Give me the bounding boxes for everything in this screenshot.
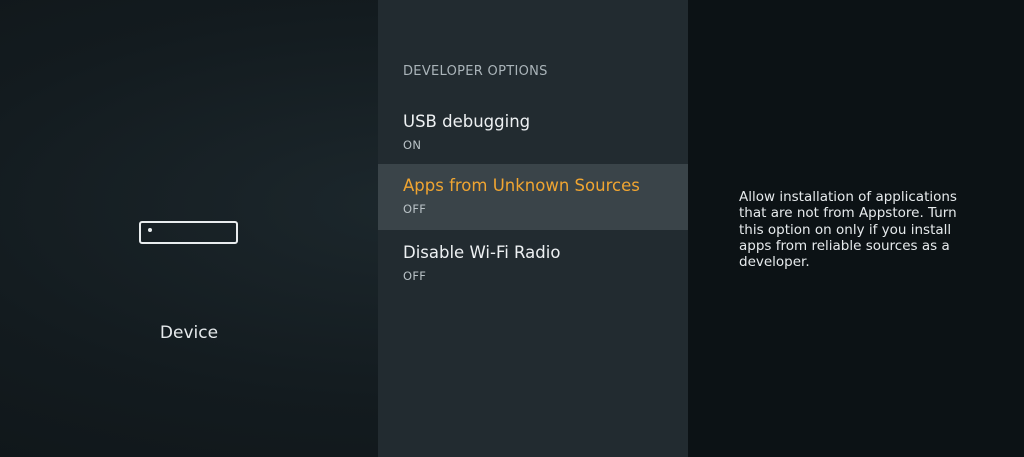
section-header: DEVELOPER OPTIONS — [403, 64, 548, 79]
device-label-text: Device — [159, 323, 219, 343]
menu-item-status: ON — [403, 138, 422, 152]
developer-options-menu: DEVELOPER OPTIONS USB debugging ON Apps … — [378, 0, 688, 457]
device-category-label: Device — [0, 323, 378, 343]
menu-item-apps-unknown-sources[interactable]: Apps from Unknown Sources OFF — [378, 164, 688, 230]
menu-item-status: OFF — [403, 269, 427, 283]
menu-item-title: Apps from Unknown Sources — [403, 176, 640, 195]
description-panel: Allow installation of applications that … — [688, 0, 1024, 457]
fire-tv-device-icon — [139, 221, 238, 244]
menu-item-title: Disable Wi-Fi Radio — [403, 243, 561, 262]
menu-item-disable-wifi-radio[interactable]: Disable Wi-Fi Radio OFF — [378, 231, 688, 297]
option-description: Allow installation of applications that … — [739, 189, 957, 271]
menu-item-status: OFF — [403, 202, 427, 216]
settings-screen: Device DEVELOPER OPTIONS USB debugging O… — [0, 0, 1024, 457]
menu-item-title: USB debugging — [403, 112, 531, 131]
device-indicator-dot — [148, 228, 152, 232]
device-category-panel: Device — [0, 0, 378, 457]
menu-item-usb-debugging[interactable]: USB debugging ON — [378, 100, 688, 166]
